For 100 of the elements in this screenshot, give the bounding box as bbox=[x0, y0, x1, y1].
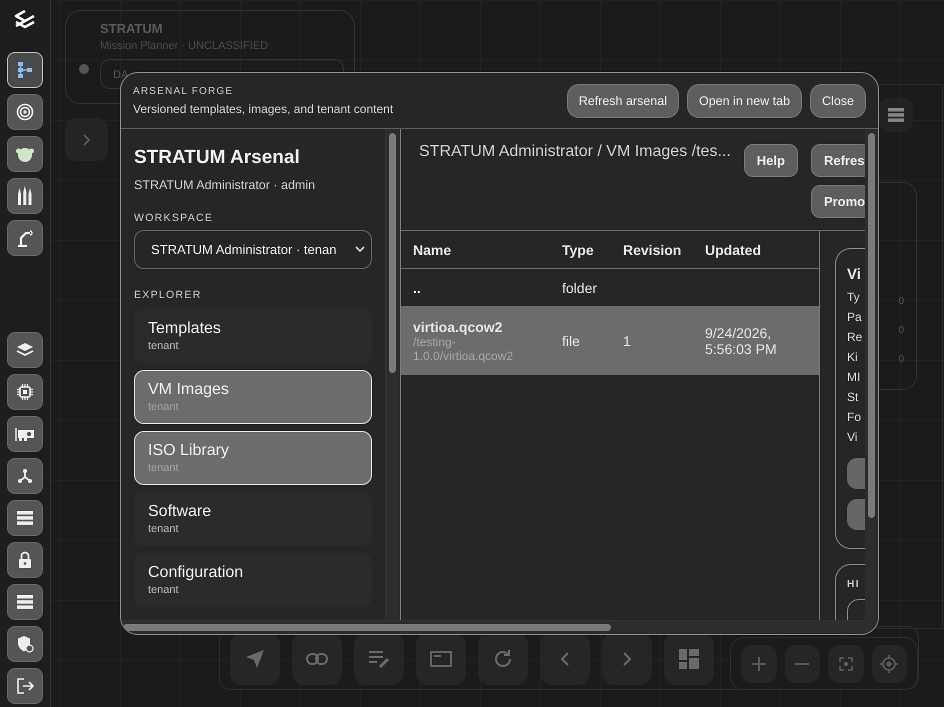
header-button[interactable]: Open in new tab bbox=[686, 84, 802, 118]
zoom-button[interactable] bbox=[872, 645, 907, 683]
item-label: Software bbox=[148, 503, 212, 521]
breadcrumb: STRATUM Administrator / VM Images /tes... bbox=[419, 143, 731, 161]
rail-button[interactable] bbox=[7, 542, 43, 578]
item-scope: tenant bbox=[148, 401, 180, 413]
details-label: Pa bbox=[847, 309, 863, 326]
header-button[interactable]: Refresh arsenal bbox=[566, 84, 679, 118]
section-label: HI bbox=[847, 579, 861, 590]
toolbar-button[interactable] bbox=[540, 633, 590, 685]
rail-button[interactable] bbox=[7, 136, 43, 172]
chevron-right-icon bbox=[83, 134, 90, 146]
network-icon bbox=[17, 468, 33, 484]
column-header: Updated bbox=[705, 242, 762, 258]
rail-button[interactable] bbox=[7, 94, 43, 130]
item-label: VM Images bbox=[148, 381, 230, 399]
workspace-select[interactable]: STRATUM Administrator · tenan bbox=[134, 230, 372, 269]
details-label: Ty bbox=[847, 289, 861, 306]
explorer-item[interactable]: ISO Library tenant bbox=[134, 431, 372, 485]
table-cell-text: 1 bbox=[623, 332, 632, 348]
server-list-icon bbox=[16, 594, 34, 610]
table-cell-text: 9/24/2026, 5:56:03 PM bbox=[705, 324, 778, 356]
window-icon bbox=[430, 651, 452, 667]
server-list-icon bbox=[16, 510, 34, 526]
action-button[interactable]: Refres bbox=[810, 144, 865, 177]
column-header: Revision bbox=[623, 242, 682, 258]
toolbar-button[interactable] bbox=[664, 633, 714, 685]
item-label: Configuration bbox=[148, 564, 244, 582]
file-path: /testing-1.0.0/virtioa.qcow2 bbox=[413, 334, 514, 362]
header-button[interactable]: Close bbox=[810, 84, 866, 118]
status-dot bbox=[79, 64, 89, 74]
explorer-item[interactable]: Software tenant bbox=[134, 492, 372, 546]
toolbar-button[interactable] bbox=[354, 633, 404, 685]
item-scope: tenant bbox=[148, 340, 180, 352]
column-header: Type bbox=[562, 242, 595, 258]
rail-button[interactable] bbox=[7, 52, 43, 88]
toolbar-button[interactable] bbox=[602, 633, 652, 685]
link-icon bbox=[306, 653, 328, 665]
toolbar-button[interactable] bbox=[416, 633, 466, 685]
section-label: EXPLORER bbox=[134, 289, 203, 301]
refresh-icon bbox=[493, 649, 513, 669]
stat-value: 0 bbox=[898, 354, 904, 366]
zoom-button[interactable] bbox=[784, 645, 820, 683]
rail-button[interactable] bbox=[7, 626, 43, 662]
details-label: Re bbox=[847, 329, 864, 346]
help-button[interactable]: Help bbox=[744, 144, 798, 177]
robot-arm-icon bbox=[16, 229, 34, 247]
logout-icon bbox=[16, 677, 34, 695]
scrollbar-thumb[interactable] bbox=[868, 133, 875, 518]
item-scope: tenant bbox=[148, 584, 180, 596]
details-label: MI bbox=[847, 369, 862, 386]
column-header: Name bbox=[413, 242, 452, 258]
explorer-item[interactable]: Configuration tenant bbox=[134, 553, 372, 607]
stat-value: 0 bbox=[898, 296, 904, 308]
ammunition-icon bbox=[17, 186, 33, 206]
toolbar-button[interactable] bbox=[292, 633, 342, 685]
edit-list-icon bbox=[368, 650, 390, 668]
arsenal-title: STRATUM Arsenal bbox=[134, 147, 301, 169]
explorer-item[interactable]: VM Images tenant bbox=[134, 370, 372, 424]
rail-button[interactable] bbox=[7, 416, 43, 452]
item-scope: tenant bbox=[148, 462, 180, 474]
rail-button[interactable] bbox=[7, 668, 43, 704]
details-label: Ki bbox=[847, 349, 859, 366]
rail-button[interactable] bbox=[7, 584, 43, 620]
dashboard-icon bbox=[679, 649, 699, 669]
explorer-item[interactable]: Templates tenant bbox=[134, 309, 372, 363]
zoom-button[interactable] bbox=[828, 645, 864, 683]
rail-button[interactable] bbox=[7, 374, 43, 410]
details-label: Fo bbox=[847, 409, 862, 426]
rail-button[interactable] bbox=[7, 500, 43, 536]
zoom-button[interactable] bbox=[741, 645, 776, 683]
target-icon bbox=[16, 103, 34, 121]
zoom-in-icon bbox=[752, 657, 766, 671]
lock-icon bbox=[18, 551, 32, 569]
rail-button[interactable] bbox=[7, 220, 43, 256]
fit-view-icon bbox=[838, 657, 853, 671]
rail-button[interactable] bbox=[7, 458, 43, 494]
item-label: Templates bbox=[148, 320, 222, 338]
rail-button[interactable] bbox=[7, 178, 43, 214]
scrollbar-thumb[interactable] bbox=[123, 624, 611, 631]
graphics-card-icon bbox=[15, 427, 35, 441]
table-row[interactable]: virtioa.qcow2 /testing-1.0.0/virtioa.qcow2 file 1 9/24/2026, 5:56:03 PM bbox=[401, 307, 819, 375]
panel-button[interactable] bbox=[879, 98, 913, 132]
server-list-icon bbox=[887, 107, 905, 123]
file-name: .. bbox=[413, 280, 422, 296]
rail-button[interactable] bbox=[7, 332, 43, 368]
creature-icon bbox=[15, 145, 35, 163]
details-label: Vi bbox=[847, 429, 858, 446]
layers-icon bbox=[16, 342, 34, 358]
toolbar-button[interactable] bbox=[230, 633, 280, 685]
toolbar-button[interactable] bbox=[478, 633, 528, 685]
action-button[interactable]: Promo bbox=[810, 185, 865, 218]
project-title: STRATUM bbox=[100, 21, 164, 36]
item-label: ISO Library bbox=[148, 442, 230, 460]
chevron-right-icon bbox=[622, 651, 632, 667]
scrollbar-thumb[interactable] bbox=[389, 133, 396, 373]
item-scope: tenant bbox=[148, 523, 180, 535]
details-title: Vi bbox=[847, 266, 862, 283]
navigation-arrow-icon bbox=[245, 649, 265, 669]
user-label: STRATUM Administrator · admin bbox=[134, 178, 316, 192]
